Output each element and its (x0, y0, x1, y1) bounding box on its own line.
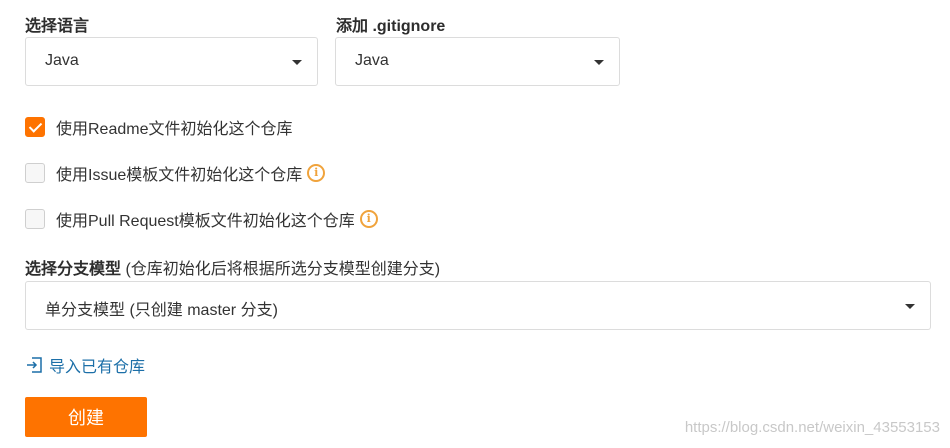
import-repo-link[interactable]: 导入已有仓库 (25, 353, 145, 377)
readme-option-label: 使用Readme文件初始化这个仓库 (56, 121, 293, 138)
chevron-down-icon (292, 60, 302, 65)
readme-option[interactable]: 使用Readme文件初始化这个仓库 (25, 116, 292, 138)
branch-model-select-value: 单分支模型 (只创建 master 分支) (45, 302, 278, 319)
language-select[interactable]: Java (25, 37, 318, 86)
branch-model-hint: (仓库初始化后将根据所选分支模型创建分支) (125, 261, 441, 278)
issue-template-option-label: 使用Issue模板文件初始化这个仓库 (56, 167, 303, 184)
gitignore-select[interactable]: Java (335, 37, 620, 86)
pull-request-template-option[interactable]: 使用Pull Request模板文件初始化这个仓库 i (25, 208, 378, 230)
gitignore-label: 添加 .gitignore (336, 18, 446, 35)
create-repo-form: 选择语言 Java 添加 .gitignore Java 使用Readme文件初… (0, 0, 950, 448)
info-icon[interactable]: i (307, 164, 326, 182)
branch-model-title: 选择分支模型 (25, 261, 122, 278)
chevron-down-icon (594, 60, 604, 65)
chevron-down-icon (905, 304, 915, 309)
branch-model-label: 选择分支模型 (仓库初始化后将根据所选分支模型创建分支) (25, 255, 440, 279)
watermark-text: https://blog.csdn.net/weixin_43553153 (684, 419, 940, 436)
pull-request-template-option-label: 使用Pull Request模板文件初始化这个仓库 (56, 213, 355, 230)
pull-request-template-checkbox[interactable] (25, 209, 45, 229)
language-label: 选择语言 (25, 18, 90, 35)
import-repo-link-label: 导入已有仓库 (49, 359, 146, 376)
info-icon[interactable]: i (359, 210, 378, 228)
issue-template-option[interactable]: 使用Issue模板文件初始化这个仓库 i (25, 162, 326, 184)
branch-model-select[interactable]: 单分支模型 (只创建 master 分支) (25, 281, 931, 330)
import-icon (27, 357, 42, 373)
create-button[interactable]: 创建 (25, 397, 147, 437)
gitignore-select-value: Java (355, 52, 389, 69)
language-select-value: Java (45, 52, 79, 69)
issue-template-checkbox[interactable] (25, 163, 45, 183)
readme-checkbox[interactable] (25, 117, 45, 137)
